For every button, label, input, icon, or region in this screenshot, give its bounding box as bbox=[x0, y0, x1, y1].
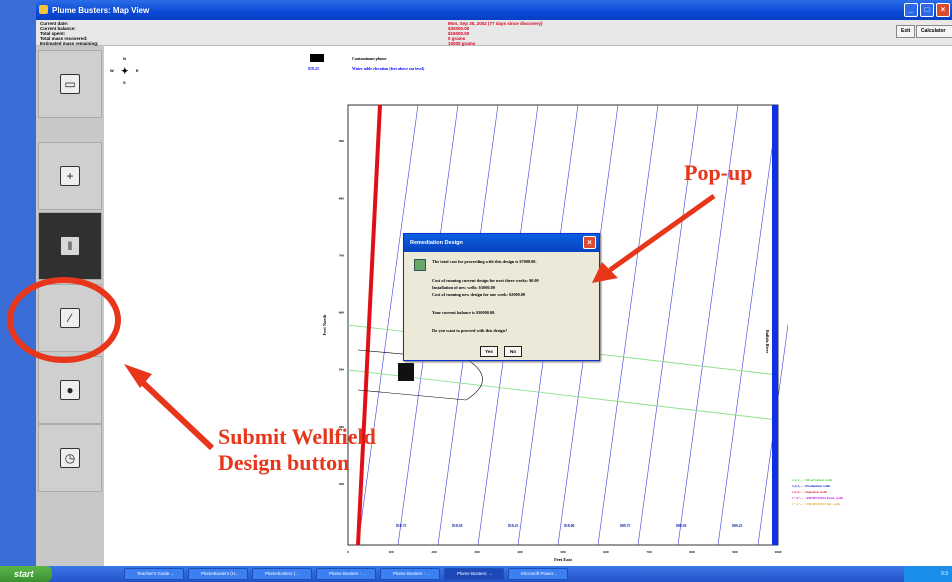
task-item-active[interactable]: Plume Busters: ... bbox=[444, 568, 504, 580]
popup-annotation: Pop-up bbox=[684, 160, 753, 185]
system-tray-clock: 9:3 bbox=[904, 566, 952, 582]
start-button[interactable]: start bbox=[0, 566, 52, 582]
popup-arrow bbox=[608, 193, 716, 273]
submit-annotation: Submit Wellfield Design button bbox=[218, 424, 376, 476]
submit-annotation-line1: Submit Wellfield bbox=[218, 424, 376, 449]
highlight-circle bbox=[7, 277, 121, 363]
task-item[interactable]: Plumebusters (... bbox=[252, 568, 312, 580]
task-item[interactable]: Plume Busters - ... bbox=[380, 568, 440, 580]
taskbar: start Teacher's Guide ... PlumeBusters (… bbox=[0, 566, 952, 582]
submit-arrow bbox=[135, 375, 215, 451]
submit-annotation-line2: Design button bbox=[218, 450, 350, 475]
task-item[interactable]: Plume Busters - ... bbox=[316, 568, 376, 580]
task-item[interactable]: Teacher's Guide ... bbox=[124, 568, 184, 580]
annotation-overlay bbox=[7, 193, 716, 451]
task-item[interactable]: PlumeBusters (H... bbox=[188, 568, 248, 580]
task-item[interactable]: Microsoft Power... bbox=[508, 568, 568, 580]
